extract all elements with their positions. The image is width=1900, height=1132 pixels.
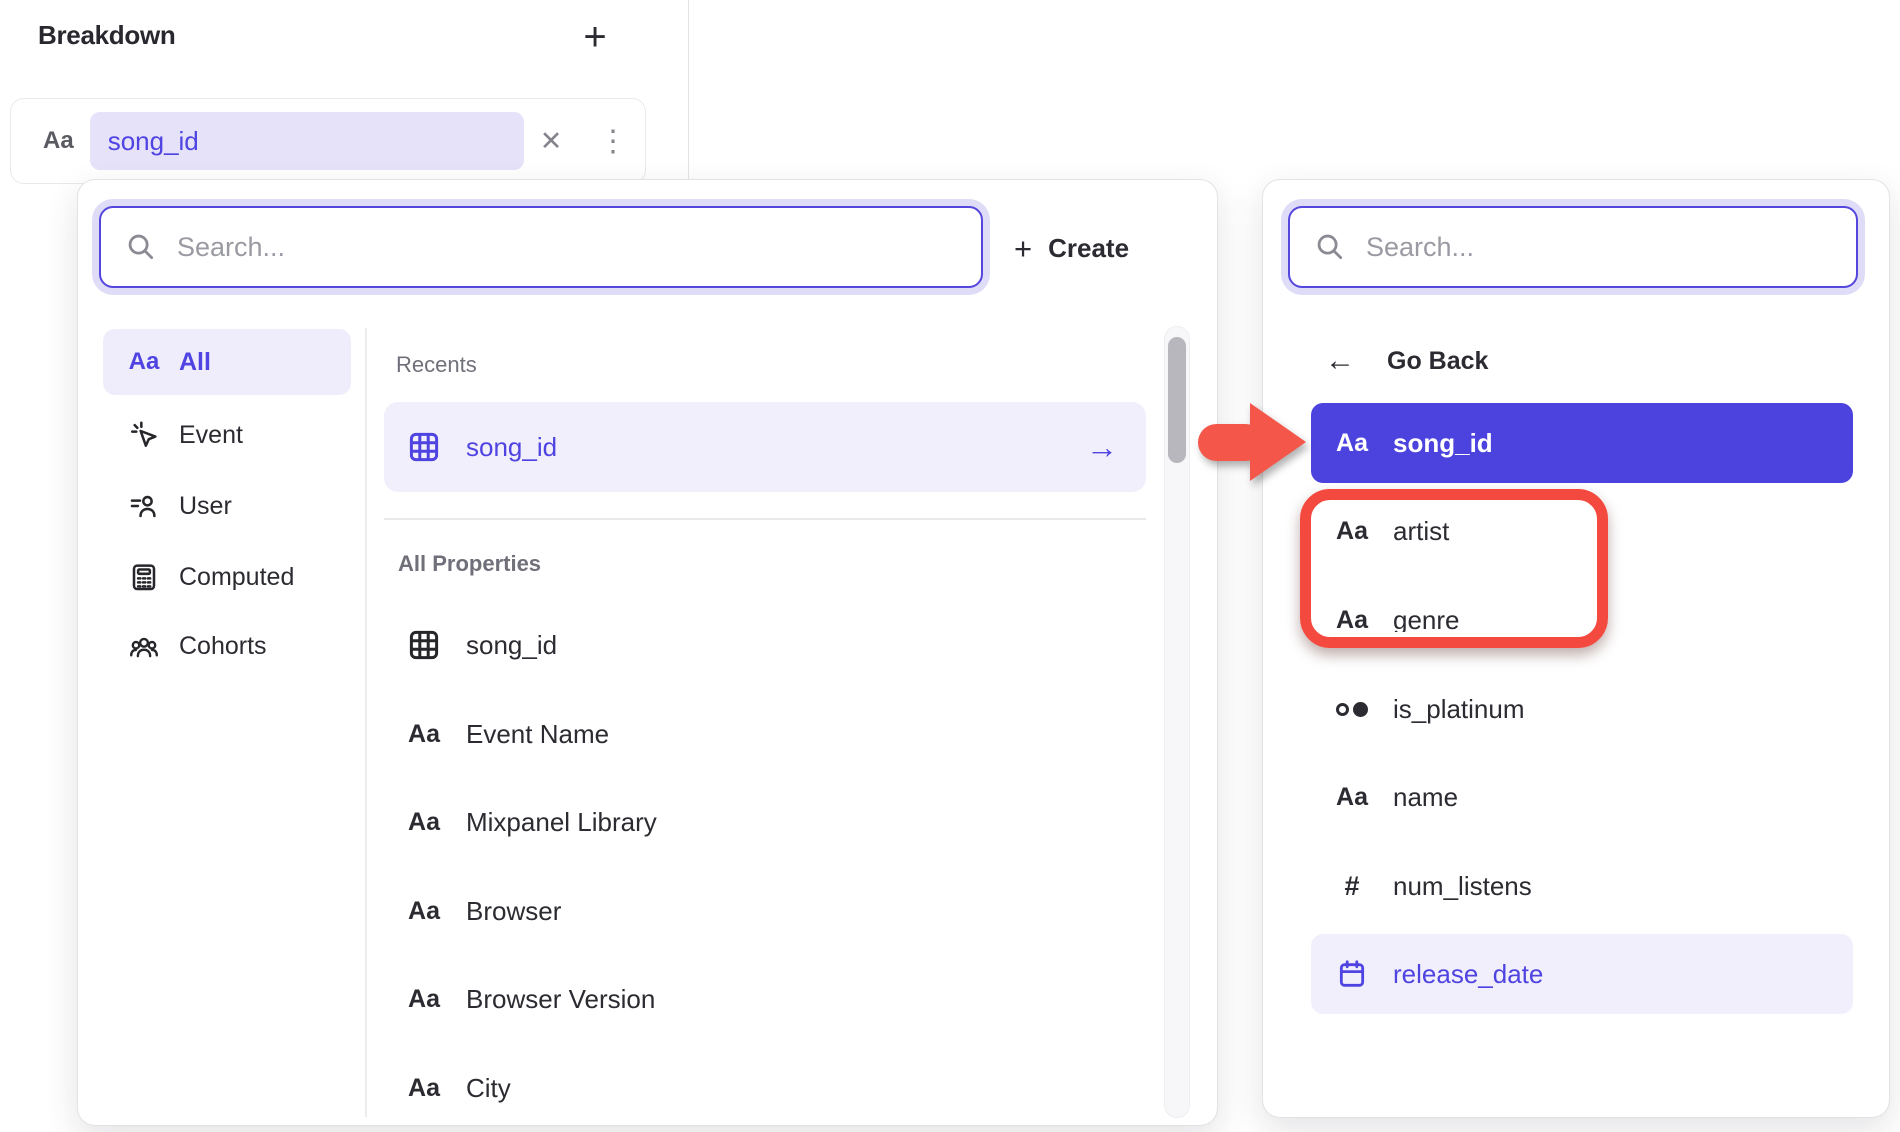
add-breakdown-button[interactable]: + (570, 10, 620, 64)
recents-section-label: Recents (396, 352, 477, 378)
number-type-icon: # (1333, 871, 1371, 902)
text-type-icon: Aa (1333, 783, 1371, 812)
text-type-icon: Aa (123, 348, 165, 376)
breakdown-chip-card: Aa song_id ✕ ⋮ (10, 98, 646, 184)
text-type-icon: Aa (404, 985, 444, 1014)
plus-icon: + (1014, 233, 1032, 264)
breakdown-chip[interactable]: song_id (90, 112, 524, 170)
all-properties-section-label: All Properties (398, 551, 541, 577)
item-song-id[interactable]: Aa song_id (1311, 403, 1853, 483)
left-search-input[interactable] (177, 232, 957, 263)
people-group-icon (123, 630, 165, 662)
category-computed[interactable]: Computed (103, 544, 351, 610)
property-browser[interactable]: Aa Browser (384, 867, 1146, 955)
scrollbar-thumb[interactable] (1168, 337, 1186, 463)
calendar-icon (1333, 958, 1371, 990)
grid-table-icon (404, 429, 444, 465)
background-divider (688, 0, 689, 180)
text-type-icon: Aa (404, 1074, 444, 1103)
item-num-listens[interactable]: # num_listens (1311, 846, 1853, 926)
arrow-right-icon: → (1086, 429, 1118, 466)
text-type-icon: Aa (1333, 606, 1371, 635)
item-artist[interactable]: Aa artist (1311, 491, 1853, 571)
text-type-icon: Aa (404, 897, 444, 926)
text-type-icon: Aa (1333, 429, 1371, 458)
recent-property-song-id[interactable]: song_id → (384, 402, 1146, 492)
property-values-panel: ← Go Back Aa song_id Aa artist Aa genre … (1262, 179, 1890, 1118)
left-search-box (99, 206, 983, 288)
event-cursor-icon (123, 419, 165, 451)
boolean-type-icon (1333, 702, 1371, 717)
item-genre[interactable]: Aa genre (1311, 580, 1853, 660)
close-icon[interactable]: ✕ (529, 99, 573, 183)
scrollbar-track[interactable] (1164, 326, 1190, 1118)
text-type-icon: Aa (1333, 517, 1371, 546)
create-button[interactable]: + Create (1014, 226, 1129, 270)
property-picker-panel: + Create Aa All Event User (77, 179, 1218, 1126)
category-event[interactable]: Event (103, 402, 351, 468)
breakdown-chip-value: song_id (108, 126, 199, 157)
right-search-input[interactable] (1366, 232, 1832, 263)
grid-table-icon (404, 627, 444, 663)
property-song-id[interactable]: song_id (384, 601, 1146, 689)
list-divider (384, 518, 1146, 520)
property-mixpanel-library[interactable]: Aa Mixpanel Library (384, 778, 1146, 866)
search-icon (125, 231, 157, 263)
sidebar-divider (365, 328, 367, 1117)
calculator-icon (123, 561, 165, 593)
search-icon (1314, 231, 1346, 263)
text-type-icon: Aa (43, 127, 74, 155)
arrow-left-icon: ← (1325, 346, 1355, 376)
category-user[interactable]: User (103, 473, 351, 539)
item-name[interactable]: Aa name (1311, 757, 1853, 837)
property-city[interactable]: Aa City (384, 1044, 1146, 1132)
breakdown-title: Breakdown (38, 20, 175, 51)
user-profile-icon (123, 490, 165, 522)
right-search-box (1288, 206, 1858, 288)
text-type-icon: Aa (404, 808, 444, 837)
item-is-platinum[interactable]: is_platinum (1311, 669, 1853, 749)
property-event-name[interactable]: Aa Event Name (384, 690, 1146, 778)
item-release-date[interactable]: release_date (1311, 934, 1853, 1014)
property-browser-version[interactable]: Aa Browser Version (384, 955, 1146, 1043)
go-back-button[interactable]: ← Go Back (1325, 338, 1488, 384)
category-all[interactable]: Aa All (103, 329, 351, 395)
text-type-icon: Aa (404, 720, 444, 749)
kebab-menu-icon[interactable]: ⋮ (591, 99, 635, 183)
category-cohorts[interactable]: Cohorts (103, 613, 351, 679)
